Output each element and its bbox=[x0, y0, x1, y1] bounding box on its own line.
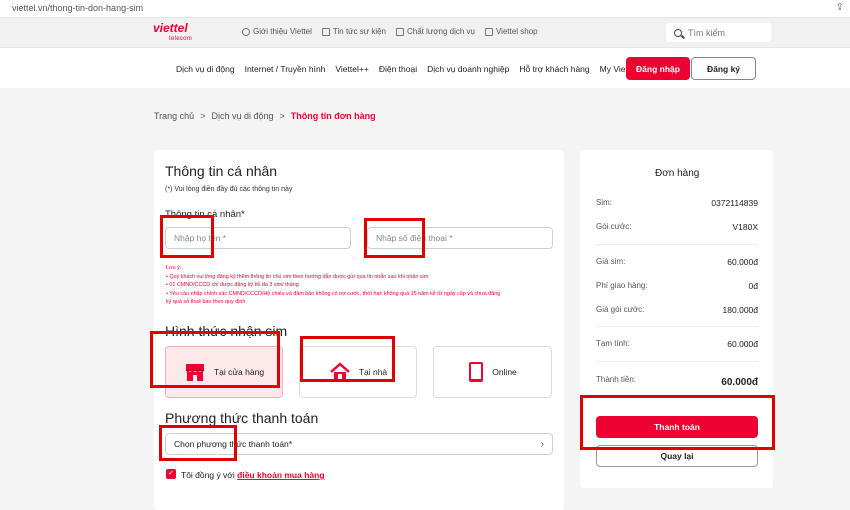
top-link-label: Tin tức sự kiện bbox=[332, 27, 386, 36]
order-value: 180.000đ bbox=[722, 305, 758, 315]
order-label: Tạm tính: bbox=[596, 339, 630, 348]
terms-link[interactable]: điều khoản mua hàng bbox=[237, 470, 324, 480]
share-icon[interactable]: ⇪ bbox=[836, 2, 844, 13]
payment-method-select[interactable]: Chọn phương thức thanh toán* › bbox=[165, 433, 553, 455]
register-button[interactable]: Đăng ký bbox=[691, 57, 756, 80]
receive-option-online[interactable]: Online bbox=[433, 346, 552, 398]
receive-option-label: Tại cửa hàng bbox=[213, 367, 265, 377]
order-row-total: Thành tiền: 60.000đ bbox=[596, 375, 758, 388]
url-text[interactable]: viettel.vn/thong-tin-don-hang-sim bbox=[12, 3, 143, 13]
logo-sub-text: telecom bbox=[169, 36, 193, 42]
divider bbox=[596, 361, 758, 362]
order-row-sim-price: Giá sim: 60.000đ bbox=[596, 257, 758, 267]
top-link-label: Viettel shop bbox=[495, 27, 538, 36]
agree-checkbox[interactable]: ✓ bbox=[166, 469, 176, 479]
name-input[interactable]: Nhập họ tên * bbox=[165, 227, 351, 249]
note-item: • Yêu cầu nhập chính xác CMND/CCCD/Hộ ch… bbox=[166, 290, 501, 297]
nav-item-business[interactable]: Dịch vụ doanh nghiệp bbox=[427, 64, 509, 74]
order-value: V180X bbox=[732, 222, 758, 232]
nav-item-phones[interactable]: Điện thoại bbox=[379, 64, 417, 74]
order-label: Giá gói cước: bbox=[596, 305, 645, 314]
news-icon bbox=[321, 27, 330, 36]
receive-option-label: Tại nhà bbox=[358, 367, 388, 377]
phone-icon bbox=[469, 362, 484, 382]
search-icon bbox=[674, 28, 682, 37]
nav-item-internet-tv[interactable]: Internet / Truyền hình bbox=[245, 64, 326, 74]
nav-items: Dịch vụ di động Internet / Truyền hình V… bbox=[176, 64, 637, 74]
receive-method-title: Hình thức nhận sim bbox=[165, 323, 288, 339]
order-label: Gói cước: bbox=[596, 222, 632, 231]
receive-option-label: Online bbox=[492, 367, 517, 377]
top-link-shop[interactable]: Viettel shop bbox=[484, 27, 538, 36]
store-icon bbox=[185, 364, 204, 381]
personal-info-label: Thông tin cá nhân* bbox=[165, 209, 245, 220]
top-links: Giới thiệu Viettel Tin tức sự kiện Chất … bbox=[242, 27, 538, 36]
home-icon bbox=[329, 362, 350, 380]
breadcrumb-separator: > bbox=[279, 111, 285, 121]
agree-label: Tôi đồng ý với bbox=[181, 470, 235, 480]
order-total-value: 60.000đ bbox=[721, 377, 758, 388]
order-value: 0đ bbox=[748, 281, 758, 291]
order-label: Sim: bbox=[596, 198, 612, 207]
order-value: 60.000đ bbox=[727, 257, 758, 267]
order-row-sim: Sim: 0372114839 bbox=[596, 198, 758, 208]
order-row-plan: Gói cước: V180X bbox=[596, 222, 758, 232]
divider bbox=[596, 326, 758, 327]
note-item: • 01 CMND/CCCD chỉ được đăng ký tối đa 3… bbox=[166, 282, 299, 289]
pay-button[interactable]: Thanh toán bbox=[596, 416, 758, 438]
payment-method-title: Phương thức thanh toán bbox=[165, 410, 319, 426]
login-button[interactable]: Đăng nhập bbox=[626, 57, 690, 80]
notes-list: Lưu ý: • Quý khách vui lòng đăng ký thêm… bbox=[166, 264, 500, 307]
required-note: (*) Vui lòng điền đầy đủ các thông tin n… bbox=[165, 186, 293, 193]
note-item: ký quá số thuê bao theo quy định bbox=[166, 299, 246, 306]
order-label: Thành tiền: bbox=[596, 375, 637, 384]
shop-icon bbox=[484, 27, 493, 36]
browser-address-bar[interactable]: viettel.vn/thong-tin-don-hang-sim ⇪ bbox=[0, 0, 850, 18]
globe-icon bbox=[242, 27, 250, 36]
divider bbox=[596, 244, 758, 245]
logo-main-text: viettel bbox=[153, 21, 188, 35]
nav-item-mobile[interactable]: Dịch vụ di động bbox=[176, 64, 235, 74]
top-link-quality[interactable]: Chất lượng dịch vụ bbox=[396, 27, 475, 36]
nav-item-support[interactable]: Hỗ trợ khách hàng bbox=[519, 64, 589, 74]
top-utility-bar: viettel telecom Giới thiệu Viettel Tin t… bbox=[0, 18, 850, 48]
viettel-logo[interactable]: viettel telecom bbox=[153, 21, 193, 45]
top-link-label: Giới thiệu Viettel bbox=[253, 27, 312, 36]
order-row-plan-price: Giá gói cước: 180.000đ bbox=[596, 305, 758, 315]
order-value: 60.000đ bbox=[727, 339, 758, 349]
receive-option-store[interactable]: Tại cửa hàng bbox=[165, 346, 283, 398]
back-button[interactable]: Quay lại bbox=[596, 445, 758, 467]
nav-item-viettel-plus[interactable]: Viettel++ bbox=[335, 64, 368, 74]
breadcrumb: Trang chủ > Dịch vụ di động > Thông tin … bbox=[154, 111, 376, 121]
note-item: • Quý khách vui lòng đăng ký thêm thông … bbox=[166, 273, 429, 280]
quality-icon bbox=[396, 27, 404, 36]
payment-select-placeholder: Chọn phương thức thanh toán* bbox=[174, 439, 293, 449]
breadcrumb-separator: > bbox=[200, 111, 206, 121]
note-title: Lưu ý: bbox=[166, 265, 182, 271]
top-link-news[interactable]: Tin tức sự kiện bbox=[321, 27, 386, 36]
agree-text: Tôi đồng ý với điều khoản mua hàng bbox=[181, 470, 325, 480]
top-link-about[interactable]: Giới thiệu Viettel bbox=[242, 27, 312, 36]
order-row-subtotal: Tạm tính: 60.000đ bbox=[596, 339, 758, 349]
order-title: Đơn hàng bbox=[655, 168, 700, 179]
order-row-shipping: Phí giao hàng: 0đ bbox=[596, 281, 758, 291]
phone-input[interactable]: Nhập số điện thoại * bbox=[367, 227, 553, 249]
breadcrumb-current: Thông tin đơn hàng bbox=[290, 111, 376, 121]
order-label: Giá sim: bbox=[596, 257, 626, 266]
receive-option-home[interactable]: Tại nhà bbox=[299, 346, 417, 398]
chevron-right-icon: › bbox=[540, 438, 544, 450]
top-link-label: Chất lượng dịch vụ bbox=[407, 27, 475, 36]
order-label: Phí giao hàng: bbox=[596, 281, 648, 290]
breadcrumb-section[interactable]: Dịch vụ di động bbox=[211, 111, 273, 121]
page-title: Thông tin cá nhân bbox=[165, 163, 278, 179]
order-value: 0372114839 bbox=[711, 198, 758, 208]
breadcrumb-home[interactable]: Trang chủ bbox=[154, 111, 194, 121]
search-placeholder: Tìm kiếm bbox=[688, 27, 725, 38]
search-box[interactable]: Tìm kiếm bbox=[666, 23, 771, 42]
